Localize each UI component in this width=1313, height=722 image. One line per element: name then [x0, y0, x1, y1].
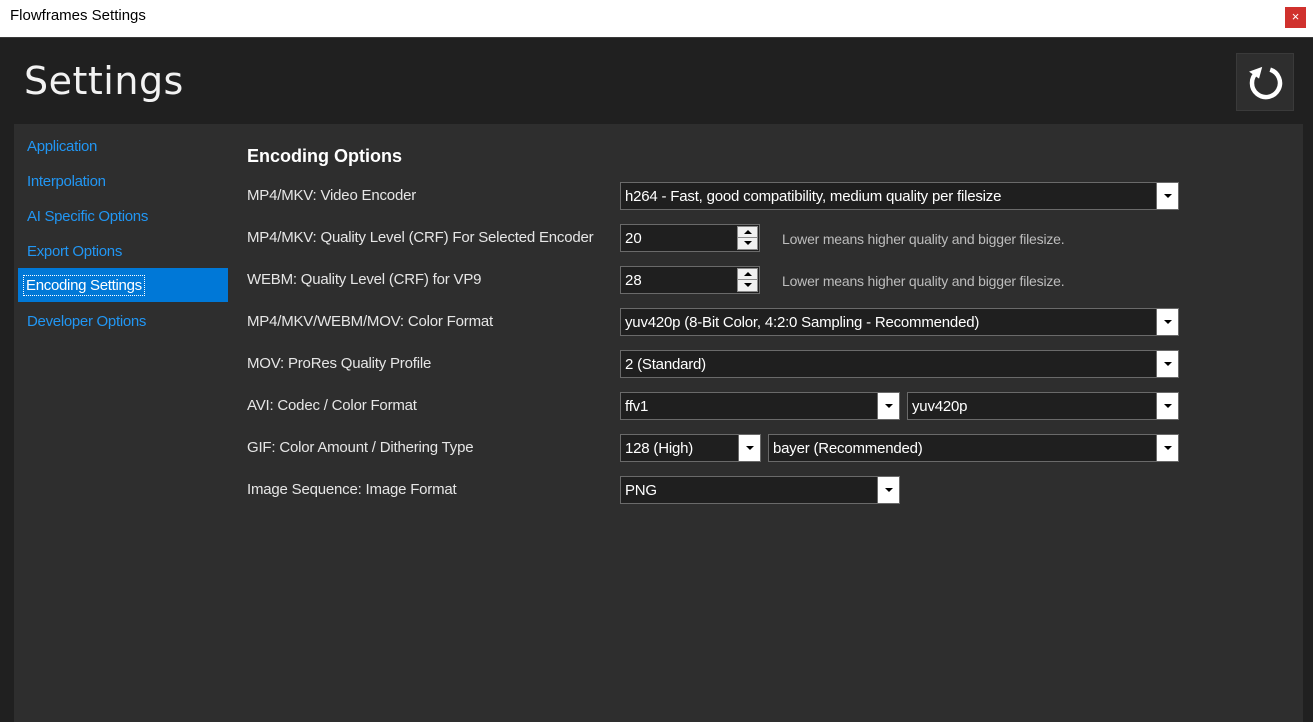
image-format-value: PNG	[625, 482, 657, 499]
chevron-down-icon[interactable]	[1156, 309, 1178, 335]
color-format-label: MP4/MKV/WEBM/MOV: Color Format	[247, 313, 493, 330]
video-encoder-value: h264 - Fast, good compatibility, medium …	[625, 188, 1002, 205]
stepper-buttons	[737, 268, 758, 292]
window-title: Flowframes Settings	[10, 7, 146, 24]
stepper-buttons	[737, 226, 758, 250]
reset-icon	[1249, 66, 1283, 100]
nav-item-label: Encoding Settings	[23, 275, 145, 296]
video-encoder-label: MP4/MKV: Video Encoder	[247, 187, 417, 204]
chevron-down-icon[interactable]	[1156, 393, 1178, 419]
avi-color-format-value: yuv420p	[912, 398, 968, 415]
image-sequence-label: Image Sequence: Image Format	[247, 481, 457, 498]
video-encoder-dropdown[interactable]: h264 - Fast, good compatibility, medium …	[620, 182, 1179, 210]
settings-panel: Application Interpolation AI Specific Op…	[14, 124, 1303, 722]
prores-profile-dropdown[interactable]: 2 (Standard)	[620, 350, 1179, 378]
stepper-down-icon[interactable]	[738, 280, 757, 291]
chevron-down-icon[interactable]	[877, 477, 899, 503]
crf-vp9-hint: Lower means higher quality and bigger fi…	[782, 273, 1065, 289]
close-icon[interactable]: ×	[1285, 7, 1306, 28]
nav-item-encoding-settings[interactable]: Encoding Settings	[18, 268, 228, 302]
prores-profile-label: MOV: ProRes Quality Profile	[247, 355, 432, 372]
chevron-down-icon[interactable]	[1156, 435, 1178, 461]
chevron-down-icon[interactable]	[877, 393, 899, 419]
avi-label: AVI: Codec / Color Format	[247, 397, 417, 414]
image-format-dropdown[interactable]: PNG	[620, 476, 900, 504]
gif-dither-value: bayer (Recommended)	[773, 440, 923, 457]
stepper-up-icon[interactable]	[738, 269, 757, 280]
gif-label: GIF: Color Amount / Dithering Type	[247, 439, 474, 456]
crf-vp9-value: 28	[625, 272, 642, 289]
header: Settings	[0, 38, 1313, 124]
section-title: Encoding Options	[247, 146, 402, 166]
active-indicator-arrow	[212, 268, 226, 302]
title-bar: Flowframes Settings ×	[0, 0, 1313, 38]
nav-item-ai-specific-options[interactable]: AI Specific Options	[27, 208, 148, 225]
crf-vp9-stepper[interactable]: 28	[620, 266, 760, 294]
page-title: Settings	[24, 59, 184, 103]
crf-selected-stepper[interactable]: 20	[620, 224, 760, 252]
chevron-down-icon[interactable]	[738, 435, 760, 461]
avi-codec-value: ffv1	[625, 398, 649, 415]
nav-item-developer-options[interactable]: Developer Options	[27, 313, 146, 330]
avi-codec-dropdown[interactable]: ffv1	[620, 392, 900, 420]
nav-item-interpolation[interactable]: Interpolation	[27, 173, 106, 190]
crf-vp9-label: WEBM: Quality Level (CRF) for VP9	[247, 271, 482, 288]
color-format-dropdown[interactable]: yuv420p (8-Bit Color, 4:2:0 Sampling - R…	[620, 308, 1179, 336]
avi-color-format-dropdown[interactable]: yuv420p	[907, 392, 1179, 420]
chevron-down-icon[interactable]	[1156, 183, 1178, 209]
nav-item-export-options[interactable]: Export Options	[27, 243, 122, 260]
crf-selected-hint: Lower means higher quality and bigger fi…	[782, 231, 1065, 247]
gif-colors-value: 128 (High)	[625, 440, 694, 457]
reset-button[interactable]	[1236, 53, 1294, 111]
crf-selected-label: MP4/MKV: Quality Level (CRF) For Selecte…	[247, 229, 594, 246]
gif-dither-dropdown[interactable]: bayer (Recommended)	[768, 434, 1179, 462]
stepper-down-icon[interactable]	[738, 238, 757, 249]
crf-selected-value: 20	[625, 230, 642, 247]
prores-profile-value: 2 (Standard)	[625, 356, 706, 373]
gif-colors-dropdown[interactable]: 128 (High)	[620, 434, 761, 462]
stepper-up-icon[interactable]	[738, 227, 757, 238]
nav-item-application[interactable]: Application	[27, 138, 97, 155]
chevron-down-icon[interactable]	[1156, 351, 1178, 377]
color-format-value: yuv420p (8-Bit Color, 4:2:0 Sampling - R…	[625, 314, 980, 331]
